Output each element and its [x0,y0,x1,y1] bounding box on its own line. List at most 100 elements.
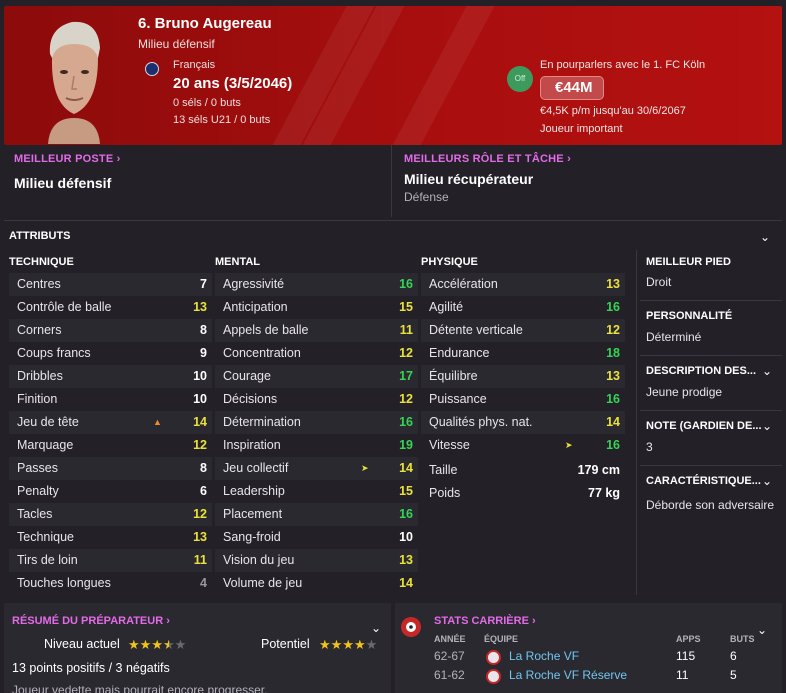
career-team-link[interactable]: La Roche VF [509,649,579,663]
star-icon: ★ [365,637,378,652]
attribute-value: 8 [200,323,207,337]
career-year: 61-62 [434,668,465,682]
attribute-name: Appels de balle [223,323,309,337]
attribute-value: 11 [399,323,413,337]
weight-row: Poids 77 kg [421,482,625,505]
attribute-value: 9 [200,346,207,360]
chevron-down-icon[interactable]: ⌄ [762,474,772,488]
attribute-row[interactable]: Concentration 12 [215,342,418,365]
career-team-link[interactable]: La Roche VF Réserve [509,668,627,682]
attribute-row[interactable]: Sang-froid 10 [215,526,418,549]
offer-status-badge[interactable]: Off [507,66,533,92]
attribute-row[interactable]: Accélération 13 [421,273,625,296]
attribute-row[interactable]: Touches longues 4 [9,572,212,595]
attribute-name: Équilibre [429,369,478,383]
star-icon: ★ [128,637,140,652]
attribute-row[interactable]: Détermination 16 [215,411,418,434]
attribute-row[interactable]: Inspiration 19 [215,434,418,457]
attribute-value: 13 [399,553,413,567]
attribute-progress-flag-icon: ➤ [361,463,369,473]
attribute-value: 15 [399,484,413,498]
attribute-row[interactable]: Technique 13 [9,526,212,549]
attribute-row[interactable]: Tirs de loin 11 [9,549,212,572]
attribute-value: 16 [399,277,413,291]
chevron-down-icon[interactable]: ⌄ [762,419,772,433]
attribute-name: Touches longues [17,576,111,590]
negotiation-status[interactable]: En pourparlers avec le 1. FC Köln [540,59,705,71]
attribute-row[interactable]: Jeu collectif 14 ➤ [215,457,418,480]
attribute-value: 13 [606,369,620,383]
attribute-row[interactable]: Jeu de tête 14 ▲ [9,411,212,434]
attribute-row[interactable]: Agilité 16 [421,296,625,319]
attribute-value: 15 [399,300,413,314]
value-badge[interactable]: €44M [540,76,604,100]
best-role-panel[interactable]: MEILLEURS RÔLE ET TÂCHE › Milieu récupér… [392,145,782,217]
club-badge-icon[interactable] [486,650,501,665]
attribute-row[interactable]: Puissance 16 [421,388,625,411]
nationality[interactable]: Français [173,59,215,71]
current-ability-label: Niveau actuel [44,637,120,651]
chevron-right-icon: › [116,153,121,165]
contract-wage: €4,5K p/m jusqu'au 30/6/2067 [540,105,686,117]
attribute-value: 7 [200,277,207,291]
attribute-row[interactable]: Placement 16 [215,503,418,526]
attribute-row[interactable]: Corners 8 [9,319,212,342]
attribute-value: 13 [193,300,207,314]
france-flag-icon[interactable] [145,62,159,76]
attribute-value: 13 [193,530,207,544]
goalkeeper-rating-label: NOTE (GARDIEN DE... [646,420,762,432]
attribute-row[interactable]: Contrôle de balle 13 [9,296,212,319]
best-role-value: Milieu récupérateur [404,171,534,187]
attribute-value: 10 [399,530,413,544]
chevron-down-icon[interactable]: ⌄ [762,364,772,378]
attribute-row[interactable]: Dribbles 10 [9,365,212,388]
attribute-name: Accélération [429,277,498,291]
player-position[interactable]: Milieu défensif [138,37,215,51]
chevron-down-icon[interactable]: ⌄ [760,230,770,244]
attribute-row[interactable]: Anticipation 15 [215,296,418,319]
best-role-label[interactable]: MEILLEURS RÔLE ET TÂCHE › [404,153,571,165]
best-position-panel[interactable]: MEILLEUR POSTE › Milieu défensif [4,145,390,217]
height-row: Taille 179 cm [421,459,625,482]
attribute-name: Anticipation [223,300,288,314]
chevron-down-icon[interactable]: ⌄ [757,623,767,637]
attribute-row[interactable]: Tacles 12 [9,503,212,526]
attribute-name: Centres [17,277,61,291]
attribute-row[interactable]: Détente verticale 12 [421,319,625,342]
attribute-row[interactable]: Qualités phys. nat. 14 [421,411,625,434]
coach-report-label[interactable]: RÉSUMÉ DU PRÉPARATEUR › [12,615,170,627]
attribute-value: 14 [399,461,413,475]
attribute-value: 11 [193,553,207,567]
star-icon: ★ [139,637,152,652]
attribute-value: 16 [399,415,413,429]
current-ability-stars: ★★★★★ [128,637,186,653]
attribute-row[interactable]: Endurance 18 [421,342,625,365]
attribute-row[interactable]: Leadership 15 [215,480,418,503]
attribute-row[interactable]: Finition 10 [9,388,212,411]
attribute-progress-flag-icon: ➤ [565,440,573,450]
attribute-row[interactable]: Volume de jeu 14 [215,572,418,595]
attribute-row[interactable]: Marquage 12 [9,434,212,457]
attribute-row[interactable]: Décisions 12 [215,388,418,411]
attribute-row[interactable]: Appels de balle 11 [215,319,418,342]
attribute-row[interactable]: Courage 17 [215,365,418,388]
attribute-name: Passes [17,461,58,475]
attribute-row[interactable]: Coups francs 9 [9,342,212,365]
career-stats-label[interactable]: STATS CARRIÈRE › [434,615,536,627]
attribute-row[interactable]: Penalty 6 [9,480,212,503]
attribute-row[interactable]: Vision du jeu 13 [215,549,418,572]
attribute-row[interactable]: Équilibre 13 [421,365,625,388]
attribute-name: Jeu collectif [223,461,289,475]
attribute-name: Technique [17,530,74,544]
club-badge-icon[interactable] [486,669,501,684]
attribute-row[interactable]: Vitesse 16 ➤ [421,434,625,457]
attribute-value: 12 [193,438,207,452]
attribute-value: 12 [399,346,413,360]
chevron-down-icon[interactable]: ⌄ [371,621,381,635]
player-traits-value: Déborde son adversaire [646,498,775,512]
best-position-label[interactable]: MEILLEUR POSTE › [14,153,121,165]
attribute-row[interactable]: Centres 7 [9,273,212,296]
attribute-row[interactable]: Agressivité 16 [215,273,418,296]
attribute-row[interactable]: Passes 8 [9,457,212,480]
coach-points: 13 points positifs / 3 négatifs [12,661,170,675]
